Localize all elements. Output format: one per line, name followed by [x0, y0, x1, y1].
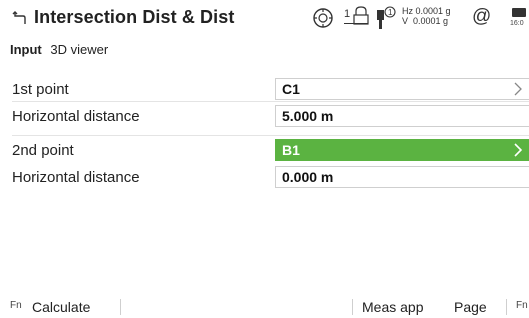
calculate-button[interactable]: Calculate [32, 297, 90, 317]
second-point-row: 2nd point B1 [12, 139, 529, 161]
meas-app-button[interactable]: Meas app [362, 297, 423, 317]
toolbar-separator [120, 299, 121, 315]
first-point-row: 1st point C1 [12, 78, 529, 100]
toolbar-separator [352, 299, 353, 315]
page-title: Intersection Dist & Dist [34, 7, 235, 27]
at-sign-icon[interactable]: @ [472, 6, 491, 28]
battery-text: 16:0 [510, 20, 524, 27]
accuracy-hz: Hz 0.0001 g [402, 6, 451, 16]
battery-icon: 16:0 [500, 6, 529, 32]
chevron-right-icon [514, 82, 522, 96]
page-button[interactable]: Page [454, 297, 487, 317]
second-distance-label: Horizontal distance [12, 169, 140, 186]
fn-key-left[interactable]: Fn [10, 300, 22, 311]
tab-bar: Input 3D viewer [10, 42, 113, 62]
face-number: 1 [344, 8, 351, 20]
battery-level [512, 8, 526, 17]
chevron-right-icon [514, 143, 523, 157]
first-distance-value: 5.000 m [282, 108, 334, 124]
first-point-field[interactable]: C1 [275, 78, 529, 100]
toolbar-separator [506, 299, 507, 315]
title-bar: Intersection Dist & Dist 1 1 Hz 0.0001 g… [0, 0, 529, 38]
back-arrow-icon[interactable] [12, 9, 28, 25]
tab-input[interactable]: Input [10, 42, 42, 57]
first-point-value: C1 [282, 81, 300, 97]
prism-icon[interactable]: 1 [374, 5, 396, 31]
second-distance-row: Horizontal distance 0.000 m [12, 166, 529, 188]
tab-3d-viewer[interactable]: 3D viewer [50, 42, 108, 57]
fn-key-right[interactable]: Fn [516, 300, 528, 311]
prism-number: 1 [388, 8, 393, 17]
first-distance-field[interactable]: 5.000 m [275, 105, 529, 127]
second-point-field[interactable]: B1 [275, 139, 529, 161]
second-distance-value: 0.000 m [282, 169, 334, 185]
face-indicator[interactable]: 1 [344, 6, 370, 30]
bottom-toolbar: Fn Calculate Meas app Page Fn [0, 296, 529, 318]
first-point-label: 1st point [12, 81, 69, 98]
first-distance-label: Horizontal distance [12, 108, 140, 125]
accuracy-v: V 0.0001 g [402, 16, 449, 26]
divider [12, 101, 529, 102]
second-point-value: B1 [282, 142, 300, 158]
divider [12, 135, 529, 136]
target-search-icon[interactable] [311, 6, 335, 30]
second-distance-field[interactable]: 0.000 m [275, 166, 529, 188]
first-distance-row: Horizontal distance 5.000 m [12, 105, 529, 127]
accuracy-readout[interactable]: Hz 0.0001 g V 0.0001 g [402, 6, 451, 26]
second-point-label: 2nd point [12, 142, 74, 159]
